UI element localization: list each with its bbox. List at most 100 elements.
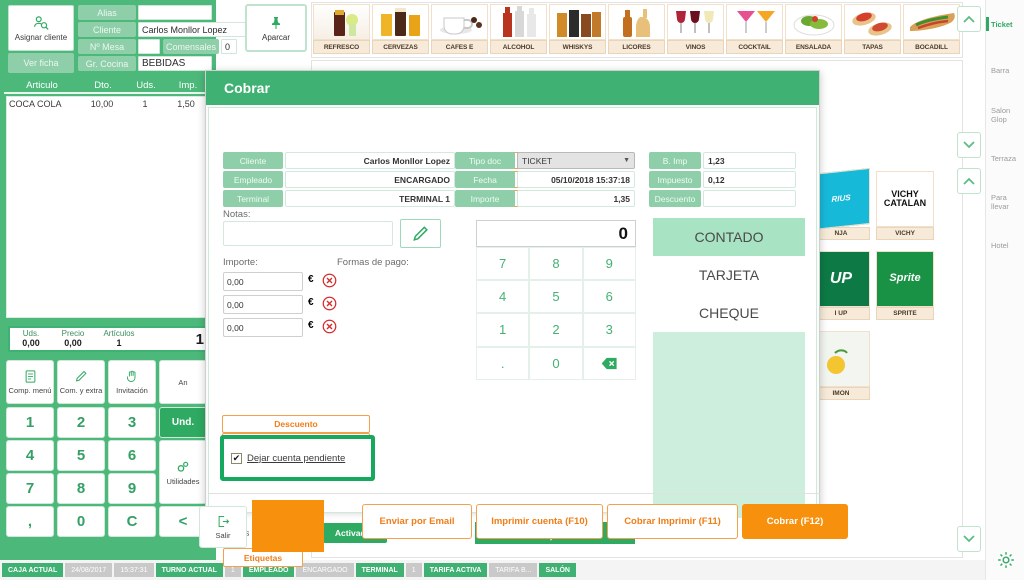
category-item[interactable] bbox=[430, 57, 489, 58]
salir-button[interactable]: Salir bbox=[199, 506, 247, 548]
utilidades-button[interactable]: Utilidades bbox=[159, 440, 207, 504]
field-cliente-value[interactable]: Carlos Monllor Lopez bbox=[138, 22, 248, 37]
impuesto-value[interactable]: 0,12 bbox=[703, 171, 796, 188]
importe-input-2[interactable]: 0,00 bbox=[223, 295, 303, 314]
invitacion-button[interactable]: Invitación bbox=[108, 360, 156, 404]
bimp-value[interactable]: 1,23 bbox=[703, 152, 796, 169]
keypad-5[interactable]: 5 bbox=[57, 440, 105, 471]
keypad-0[interactable]: 0 bbox=[57, 506, 105, 537]
sidebar-item-salon-glop[interactable]: Salon Glop bbox=[986, 105, 1024, 125]
category-item[interactable]: ENSALADA bbox=[784, 3, 843, 57]
delete-circle-icon[interactable] bbox=[322, 319, 337, 334]
field-grcocina-value[interactable]: BEBIDAS bbox=[138, 56, 212, 71]
sidebar-item-ticket[interactable]: Ticket bbox=[986, 14, 1024, 34]
product-item[interactable]: Sprite SPRITE bbox=[876, 251, 934, 320]
orange-action-button[interactable] bbox=[252, 500, 324, 552]
anular-button[interactable]: An bbox=[159, 360, 207, 404]
category-item[interactable] bbox=[843, 57, 902, 58]
category-item[interactable]: BOCADILL bbox=[902, 3, 961, 57]
category-item[interactable]: ALCOHOL bbox=[489, 3, 548, 57]
modal-key-1[interactable]: 1 bbox=[476, 313, 530, 347]
scroll-up-button-1[interactable] bbox=[957, 6, 981, 32]
tipodoc-select[interactable]: TICKET ▼ bbox=[517, 152, 635, 169]
payment-tarjeta[interactable]: TARJETA bbox=[653, 256, 805, 294]
category-item[interactable]: TAPAS bbox=[843, 3, 902, 57]
com-extra-button[interactable]: Com. y extra bbox=[57, 360, 105, 404]
modal-key-2[interactable]: 2 bbox=[529, 313, 583, 347]
sidebar-item-barra[interactable]: Barra bbox=[986, 60, 1024, 80]
notas-input[interactable] bbox=[223, 221, 393, 246]
category-item[interactable] bbox=[725, 57, 784, 58]
keypad-3[interactable]: 3 bbox=[108, 407, 156, 438]
product-item[interactable]: VICHY CATALAN VICHY bbox=[876, 171, 934, 240]
category-item[interactable]: VINOS bbox=[666, 3, 725, 57]
ver-ficha-button[interactable]: Ver ficha bbox=[8, 53, 74, 73]
scroll-down-button-1[interactable] bbox=[957, 132, 981, 158]
modal-key-4[interactable]: 4 bbox=[476, 280, 530, 314]
category-item[interactable]: REFRESCO bbox=[312, 3, 371, 57]
category-toolbar[interactable]: REFRESCO CERVEZAS CAFES E ALCOHOL WHISKY… bbox=[311, 2, 963, 58]
keypad-2[interactable]: 2 bbox=[57, 407, 105, 438]
category-item[interactable] bbox=[548, 57, 607, 58]
category-item[interactable]: PESCADOS bbox=[312, 57, 371, 58]
modal-key-dot[interactable]: . bbox=[476, 346, 530, 380]
importe-input-1[interactable]: 0,00 bbox=[223, 272, 303, 291]
delete-circle-icon[interactable] bbox=[322, 296, 337, 311]
delete-circle-icon[interactable] bbox=[322, 273, 337, 288]
category-item[interactable]: COCKTAIL bbox=[725, 3, 784, 57]
ticket-items-list[interactable]: COCA COLA 10,00 1 1,50 bbox=[6, 96, 210, 318]
importe-value[interactable]: 1,35 bbox=[517, 190, 635, 207]
product-item[interactable]: UP I UP bbox=[812, 251, 870, 320]
descuento-value[interactable] bbox=[703, 190, 796, 207]
cobrar-button[interactable]: Cobrar (F12) bbox=[742, 504, 848, 539]
backspace-icon[interactable] bbox=[582, 346, 636, 380]
field-comensales-value[interactable]: 0 bbox=[221, 39, 237, 54]
cobrar-imprimir-button[interactable]: Cobrar Imprimir (F11) bbox=[607, 504, 738, 539]
assign-client-button[interactable]: Asignar cliente bbox=[8, 5, 74, 51]
field-alias-value[interactable] bbox=[138, 5, 212, 20]
keypad-7[interactable]: 7 bbox=[6, 473, 54, 504]
modal-key-5[interactable]: 5 bbox=[529, 280, 583, 314]
keypad-comma[interactable]: , bbox=[6, 506, 54, 537]
keypad-4[interactable]: 4 bbox=[6, 440, 54, 471]
product-item[interactable]: RIUS NJA bbox=[812, 167, 870, 240]
modal-key-9[interactable]: 9 bbox=[582, 247, 636, 281]
terminal-value[interactable]: TERMINAL 1 bbox=[285, 190, 455, 207]
aparcar-button[interactable]: Aparcar bbox=[245, 4, 307, 52]
category-item[interactable]: WHISKYS bbox=[548, 3, 607, 57]
category-item[interactable]: PLATOS E bbox=[371, 57, 430, 58]
category-item[interactable] bbox=[666, 57, 725, 58]
keypad-1[interactable]: 1 bbox=[6, 407, 54, 438]
keypad-8[interactable]: 8 bbox=[57, 473, 105, 504]
keypad-und[interactable]: Und. bbox=[159, 407, 207, 438]
modal-keypad[interactable]: 7 8 9 4 5 6 1 2 3 . 0 bbox=[476, 247, 636, 380]
imprimir-cuenta-button[interactable]: Imprimir cuenta (F10) bbox=[476, 504, 603, 539]
modal-key-7[interactable]: 7 bbox=[476, 247, 530, 281]
keypad-6[interactable]: 6 bbox=[108, 440, 156, 471]
category-item[interactable] bbox=[784, 57, 843, 58]
payment-contado[interactable]: CONTADO bbox=[653, 218, 805, 256]
category-item[interactable]: CAFES E bbox=[430, 3, 489, 57]
category-item[interactable] bbox=[489, 57, 548, 58]
category-item[interactable] bbox=[607, 57, 666, 58]
cliente-value[interactable]: Carlos Monllor Lopez bbox=[285, 152, 455, 169]
category-item[interactable]: CERVEZAS bbox=[371, 3, 430, 57]
category-item[interactable] bbox=[902, 57, 961, 58]
table-row[interactable]: COCA COLA 10,00 1 1,50 bbox=[7, 97, 209, 111]
modal-key-8[interactable]: 8 bbox=[529, 247, 583, 281]
sidebar-item-para-llevar[interactable]: Para llevar bbox=[986, 192, 1024, 212]
keypad-9[interactable]: 9 bbox=[108, 473, 156, 504]
fecha-value[interactable]: 05/10/2018 15:37:18 bbox=[517, 171, 635, 188]
product-item[interactable]: IMON bbox=[812, 331, 870, 400]
payment-cheque[interactable]: CHEQUE bbox=[653, 294, 805, 332]
scroll-down-button-2[interactable] bbox=[957, 526, 981, 552]
modal-key-0[interactable]: 0 bbox=[529, 346, 583, 380]
right-tab-strip[interactable]: Ticket Barra Salon Glop Terraza Para lle… bbox=[985, 0, 1024, 580]
edit-notas-button[interactable] bbox=[400, 219, 441, 248]
dejar-cuenta-pendiente-checkbox[interactable]: ✔ bbox=[231, 452, 242, 464]
field-mesa-value[interactable] bbox=[138, 39, 160, 54]
modal-key-6[interactable]: 6 bbox=[582, 280, 636, 314]
enviar-email-button[interactable]: Enviar por Email bbox=[362, 504, 472, 539]
payment-method-list[interactable]: CONTADO TARJETA CHEQUE bbox=[653, 218, 805, 518]
sidebar-item-terraza[interactable]: Terraza bbox=[986, 148, 1024, 168]
